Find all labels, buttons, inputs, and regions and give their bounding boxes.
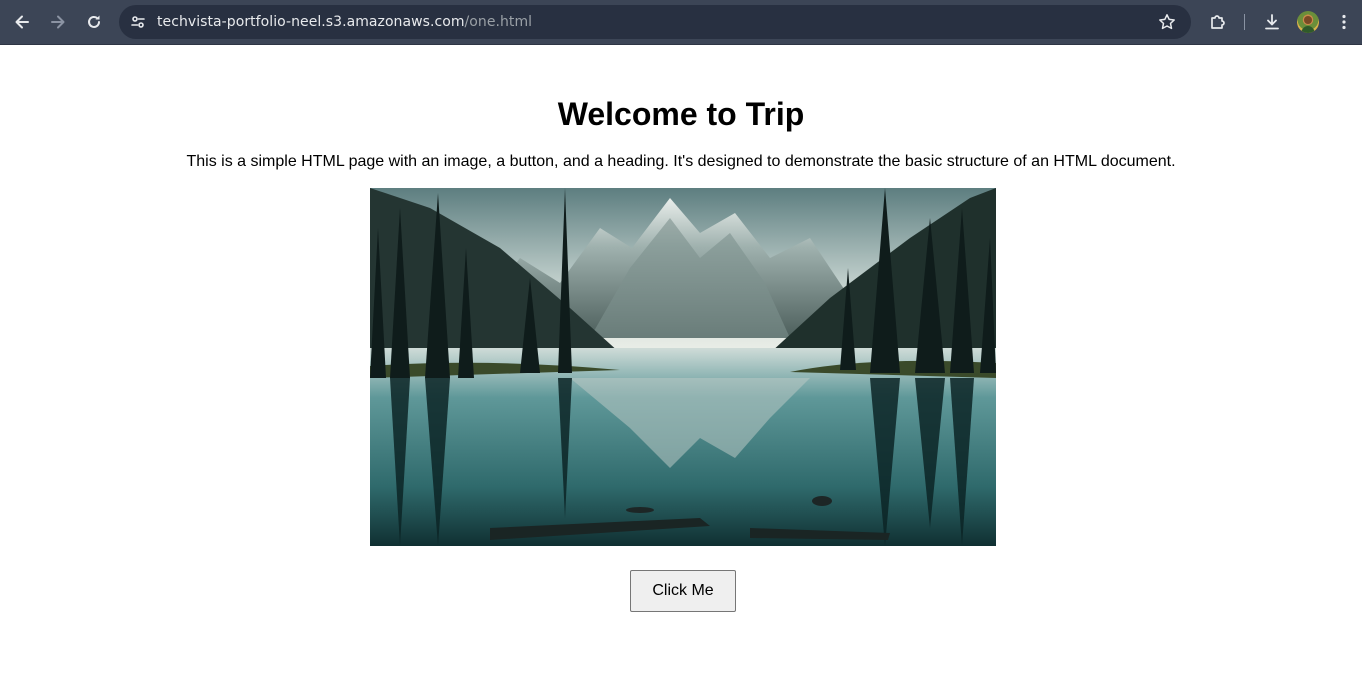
page-description: This is a simple HTML page with an image… bbox=[186, 153, 1176, 170]
bookmark-star-icon bbox=[1159, 14, 1175, 30]
hero-image bbox=[370, 188, 996, 546]
reload-icon bbox=[88, 15, 100, 28]
url-path: /one.html bbox=[464, 14, 533, 30]
back-button[interactable] bbox=[8, 8, 36, 36]
url-host: techvista-portfolio-neel.s3.amazonaws.co… bbox=[157, 14, 465, 30]
reload-button[interactable] bbox=[80, 8, 108, 36]
extensions-button[interactable] bbox=[1204, 8, 1232, 36]
forward-button[interactable] bbox=[44, 8, 72, 36]
site-info-icon bbox=[131, 16, 145, 28]
downloads-button[interactable] bbox=[1258, 8, 1286, 36]
browser-menu-button[interactable] bbox=[1330, 8, 1358, 36]
avatar-person-icon bbox=[1301, 16, 1315, 33]
mountain-lake-landscape bbox=[370, 188, 996, 546]
download-icon bbox=[1265, 14, 1279, 30]
forward-icon bbox=[51, 15, 65, 29]
browser-toolbar: techvista-portfolio-neel.s3.amazonaws.co… bbox=[0, 0, 1362, 45]
menu-icon bbox=[1342, 14, 1346, 30]
site-info-button[interactable] bbox=[125, 9, 151, 35]
extensions-icon bbox=[1211, 15, 1225, 29]
page-title: Welcome to Trip bbox=[557, 96, 805, 132]
toolbar-divider bbox=[1244, 14, 1245, 30]
click-me-button[interactable]: Click Me bbox=[630, 570, 736, 612]
address-bar[interactable]: techvista-portfolio-neel.s3.amazonaws.co… bbox=[119, 5, 1191, 39]
url-text[interactable]: techvista-portfolio-neel.s3.amazonaws.co… bbox=[157, 5, 532, 39]
bookmark-button[interactable] bbox=[1155, 10, 1179, 34]
profile-avatar[interactable] bbox=[1297, 11, 1319, 33]
back-icon bbox=[15, 15, 29, 29]
